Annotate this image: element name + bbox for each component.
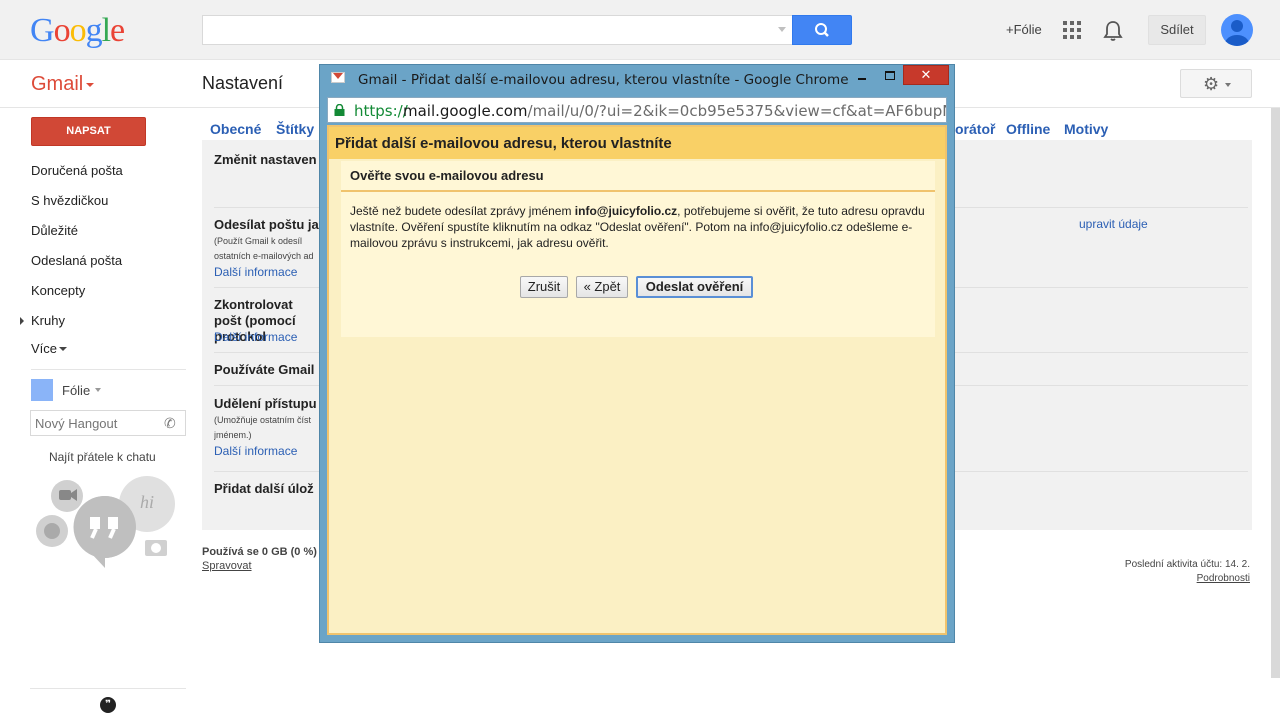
- sidebar-item-drafts[interactable]: Koncepty: [31, 283, 85, 298]
- back-button[interactable]: « Zpět: [576, 276, 628, 298]
- settings-row-title: Odesílat poštu ja: [214, 217, 319, 232]
- send-verification-button[interactable]: Odeslat ověření: [636, 276, 753, 298]
- divider: [30, 688, 186, 689]
- share-button[interactable]: Sdílet: [1148, 15, 1206, 45]
- new-hangout-input[interactable]: [30, 410, 186, 436]
- close-button[interactable]: ✕: [903, 65, 949, 85]
- manage-storage-link[interactable]: Spravovat: [202, 560, 252, 572]
- find-friends-text: Najít přátele k chatu: [49, 450, 156, 464]
- sidebar-item-inbox[interactable]: Doručená pošta: [31, 163, 123, 178]
- tab-themes[interactable]: Motivy: [1064, 121, 1108, 137]
- sidebar-item-starred[interactable]: S hvězdičkou: [31, 193, 108, 208]
- page-scrollbar[interactable]: [1271, 108, 1280, 678]
- activity-details-link[interactable]: Podrobnosti: [1197, 573, 1250, 584]
- message-email: info@juicyfolio.cz: [574, 204, 678, 218]
- hangouts-profile[interactable]: Fólie: [31, 378, 186, 402]
- last-activity-text: Poslední aktivita účtu: 14. 2.: [1124, 559, 1250, 570]
- logo-letter: o: [69, 12, 87, 49]
- window-title: Gmail - Přidat další e-mailovou adresu, …: [358, 72, 849, 88]
- settings-row-title: Používáte Gmail: [214, 362, 315, 377]
- settings-row-title: Změnit nastaven: [214, 152, 317, 167]
- verification-step-box: Ověřte svou e-mailovou adresu Ještě než …: [341, 161, 935, 337]
- url-domain: mail.google.com: [403, 102, 528, 120]
- gmail-app-switcher[interactable]: Gmail: [31, 73, 83, 96]
- tab-labels[interactable]: Štítky: [276, 121, 314, 137]
- address-bar[interactable]: https:// mail.google.com/mail/u/0/?ui=2&…: [327, 97, 947, 123]
- cancel-button[interactable]: Zrušit: [520, 276, 568, 298]
- settings-row-title: Udělení přístupu: [214, 396, 317, 411]
- settings-row-title: Přidat další úlož: [214, 481, 314, 496]
- logo-letter: o: [53, 12, 71, 49]
- google-logo[interactable]: Google: [30, 11, 125, 51]
- learn-more-link[interactable]: Další informace: [214, 330, 297, 344]
- sidebar-item-circles[interactable]: Kruhy: [31, 313, 65, 328]
- dialog-heading: Přidat další e-mailovou adresu, kterou v…: [335, 135, 672, 152]
- svg-text:hi: hi: [140, 492, 154, 512]
- storage-usage: Používá se 0 GB (0 %): [202, 546, 317, 558]
- url-path: /mail/u/0/?ui=2&ik=0cb95e5375&view=cf&at…: [527, 102, 947, 120]
- message-text: Ještě než budete odesílat zprávy jménem: [350, 204, 575, 218]
- sidebar-item-important[interactable]: Důležité: [31, 223, 78, 238]
- logo-letter: e: [110, 12, 125, 49]
- settings-gear-button[interactable]: ⚙: [1180, 69, 1252, 98]
- dialog-header: Přidat další e-mailovou adresu, kterou v…: [329, 127, 945, 159]
- gmail-icon: [331, 72, 345, 83]
- divider: [31, 369, 186, 370]
- learn-more-link[interactable]: Další informace: [214, 265, 297, 279]
- dialog-content: Přidat další e-mailovou adresu, kterou v…: [327, 125, 947, 635]
- window-titlebar[interactable]: Gmail - Přidat další e-mailovou adresu, …: [320, 65, 954, 95]
- phone-icon[interactable]: ✆: [164, 415, 176, 432]
- expand-arrow-icon[interactable]: [20, 317, 24, 325]
- settings-row-note: (Použít Gmail k odesíl ostatních e-mailo…: [214, 236, 314, 261]
- notifications-bell-icon[interactable]: [1103, 20, 1123, 42]
- user-silhouette-icon: [1225, 20, 1249, 46]
- chevron-down-icon: [1225, 83, 1231, 87]
- edit-info-link[interactable]: upravit údaje: [1079, 217, 1148, 231]
- search-button[interactable]: [792, 15, 852, 45]
- settings-row-note: (Umožňuje ostatním číst jménem.): [214, 415, 312, 440]
- divider: [341, 190, 935, 192]
- step-title: Ověřte svou e-mailovou adresu: [350, 168, 544, 183]
- verification-message: Ještě než budete odesílat zprávy jménem …: [350, 203, 930, 251]
- url-text: mail.google.com/mail/u/0/?ui=2&ik=0cb95e…: [403, 102, 947, 120]
- search-input[interactable]: [202, 15, 792, 45]
- hangouts-illustration: hi: [36, 476, 175, 568]
- lock-icon: [334, 104, 345, 116]
- search-options-arrow-icon[interactable]: [778, 27, 786, 32]
- learn-more-link[interactable]: Další informace: [214, 444, 297, 458]
- hangouts-icon[interactable]: ❞: [100, 697, 116, 713]
- logo-letter: l: [101, 12, 112, 49]
- logo-letter: G: [30, 12, 55, 49]
- gear-icon: ⚙: [1203, 74, 1220, 94]
- logo-letter: g: [85, 12, 103, 49]
- minimize-button[interactable]: [858, 69, 869, 83]
- avatar: [31, 379, 53, 401]
- chevron-down-icon: [95, 388, 101, 392]
- sidebar-item-more[interactable]: Více: [31, 341, 57, 356]
- page-title: Nastavení: [202, 73, 284, 93]
- tab-labs[interactable]: orátoř: [955, 121, 995, 137]
- sidebar-item-sent[interactable]: Odeslaná pošta: [31, 253, 122, 268]
- chevron-down-icon[interactable]: [86, 83, 94, 87]
- google-top-bar: Google +Fólie Sdílet: [0, 0, 1280, 60]
- search-icon: [815, 23, 829, 37]
- compose-button[interactable]: NAPSAT: [31, 117, 146, 146]
- tab-offline[interactable]: Offline: [1006, 121, 1050, 137]
- maximize-button[interactable]: [885, 71, 895, 80]
- google-plus-profile-link[interactable]: +Fólie: [1006, 22, 1042, 37]
- url-scheme: https://: [354, 102, 408, 120]
- tab-general[interactable]: Obecné: [210, 121, 261, 137]
- account-avatar[interactable]: [1221, 14, 1253, 46]
- apps-grid-icon[interactable]: [1063, 21, 1081, 39]
- chevron-down-icon[interactable]: [59, 347, 67, 351]
- chrome-popup-window: Gmail - Přidat další e-mailovou adresu, …: [319, 64, 955, 643]
- hangouts-user-name: Fólie: [62, 383, 91, 398]
